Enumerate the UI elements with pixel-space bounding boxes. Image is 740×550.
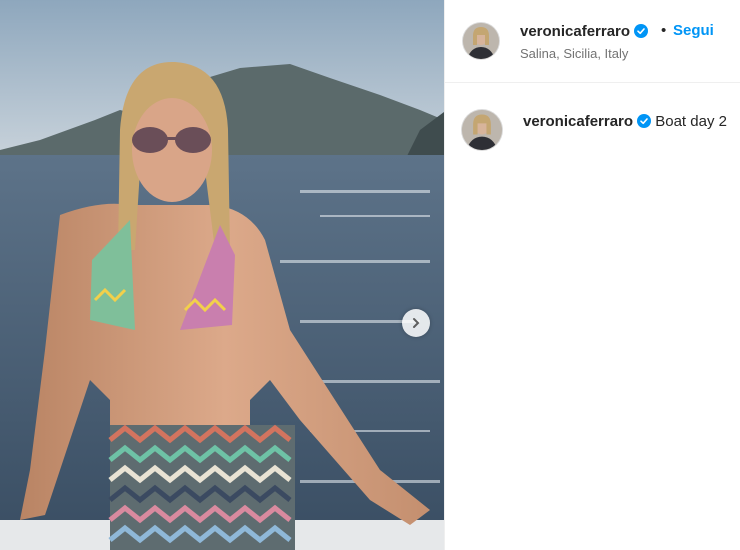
post-photo [0,0,444,550]
next-image-button[interactable] [402,309,430,337]
avatar[interactable] [463,23,499,59]
caption-username[interactable]: veronicaferraro [523,113,633,130]
verified-badge-icon [634,24,649,38]
follow-button[interactable]: Segui [673,22,714,39]
caption-avatar[interactable] [462,110,502,150]
verified-badge-icon [637,114,652,128]
location-link[interactable]: Salina, Sicilia, Italy [520,46,628,61]
username-text[interactable]: veronicaferraro [520,23,630,40]
post-caption: veronicaferraro Boat day 2 [523,113,727,130]
chevron-right-icon [413,318,420,328]
post-header: veronicaferraro • Segui Salina, Sicilia,… [445,0,740,83]
post-image[interactable] [0,0,444,550]
username-link[interactable]: veronicaferraro [520,23,649,40]
post-sidebar: veronicaferraro • Segui Salina, Sicilia,… [444,0,740,550]
caption-text: Boat day 2 [655,113,727,130]
separator-dot: • [661,22,667,39]
